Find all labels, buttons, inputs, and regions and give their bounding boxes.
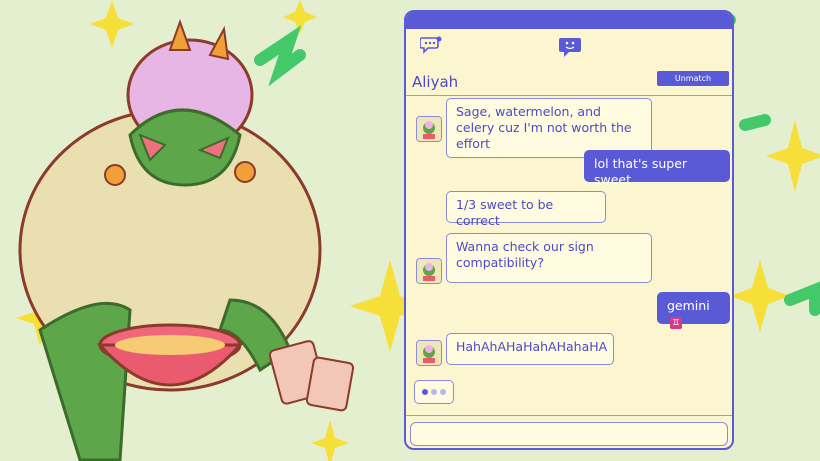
typing-dot	[431, 389, 437, 395]
chat-bubble-face-icon[interactable]	[558, 36, 582, 62]
window-top-bar	[406, 12, 732, 29]
message-text: gemini	[667, 298, 710, 313]
chat-icon-row	[406, 29, 732, 69]
message-bubble-incoming: Wanna check our sign compatibility?	[446, 233, 652, 283]
chat-bubble-dots-icon[interactable]	[419, 36, 442, 58]
input-divider	[406, 415, 732, 416]
contact-avatar	[416, 116, 442, 142]
message-input[interactable]	[410, 422, 728, 446]
message-bubble-incoming: HahAhAHaHahAHahaHA	[446, 333, 614, 365]
message-bubble-incoming: Sage, watermelon, and celery cuz I'm not…	[446, 98, 652, 158]
gemini-emoji-icon: ♊	[670, 316, 682, 329]
chat-window: Aliyah Unmatch Sage, watermelon, and cel…	[404, 10, 734, 450]
typing-dot	[440, 389, 446, 395]
contact-name: Aliyah	[412, 73, 459, 91]
contact-avatar	[416, 340, 442, 366]
contact-avatar	[416, 258, 442, 284]
message-bubble-outgoing: lol that's super sweet	[584, 150, 730, 187]
message-list[interactable]: Sage, watermelon, and celery cuz I'm not…	[406, 96, 732, 416]
typing-dot	[422, 389, 428, 395]
unmatch-button[interactable]: Unmatch	[657, 71, 729, 86]
typing-indicator	[414, 380, 454, 404]
creature-illustration	[18, 19, 355, 461]
message-bubble-incoming: 1/3 sweet to be correct	[446, 191, 606, 228]
contact-header: Aliyah Unmatch	[406, 69, 732, 96]
message-bubble-outgoing: gemini ♊	[657, 292, 730, 329]
